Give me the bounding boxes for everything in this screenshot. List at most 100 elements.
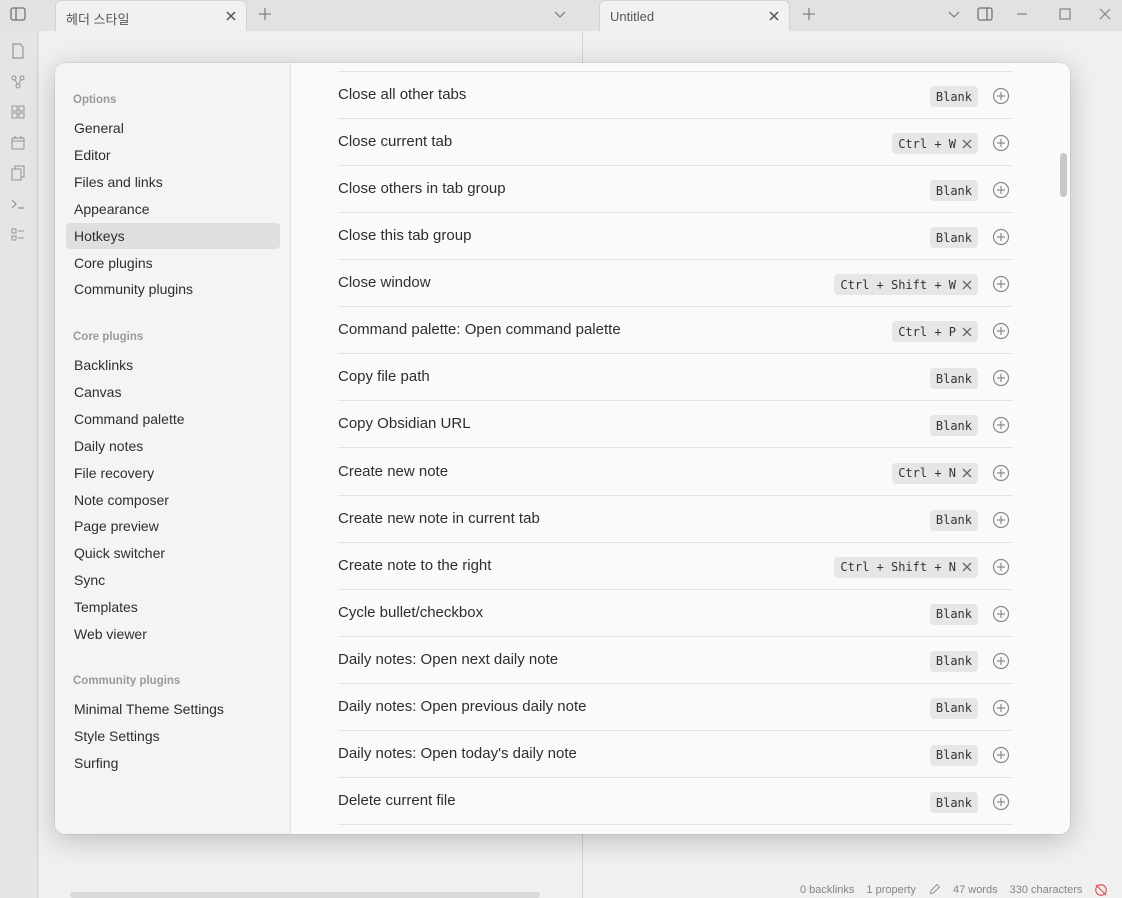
close-icon[interactable] [962,562,972,572]
hotkey-binding-text: Blank [935,418,972,433]
hotkey-blank-badge: Blank [929,792,978,814]
plus-circle-icon[interactable] [992,793,1010,811]
plus-circle-icon[interactable] [992,416,1010,434]
plus-circle-icon[interactable] [992,605,1010,623]
sidebar-group-heading: Community plugins [73,675,181,687]
plus-circle-icon[interactable] [992,87,1010,105]
hotkey-command-label: Copy file path [338,368,430,386]
hotkey-binding-text: Blank [935,607,972,622]
hotkey-keys: Blank [929,368,978,390]
hotkey-binding-text: Blank [935,795,972,810]
close-icon[interactable] [962,139,972,149]
hotkey-binding-text: Ctrl + N [898,466,956,481]
sidebar-item-hotkeys[interactable]: Hotkeys [66,222,280,249]
sidebar-item-style-settings[interactable]: Style Settings [66,723,280,749]
sidebar-item-core-plugins[interactable]: Core plugins [66,250,280,276]
plus-circle-icon[interactable] [992,322,1010,340]
sidebar-item-canvas[interactable]: Canvas [66,379,280,405]
hotkey-keys: Blank [929,650,978,672]
hotkey-blank-badge: Blank [929,86,978,107]
hotkey-command-label: Create new note in current tab [338,509,540,527]
sidebar-item-surfing[interactable]: Surfing [66,750,280,776]
plus-circle-icon[interactable] [992,134,1010,152]
hotkey-command-label: Copy Obsidian URL [338,415,471,433]
hotkey-binding: Ctrl + Shift + N [834,556,978,578]
plus-circle-icon[interactable] [992,275,1010,293]
hotkey-command-label: Create note to the right [338,556,492,574]
hotkey-command-label: Command palette: Open command palette [338,321,621,339]
hotkey-command-label: Close current tab [338,133,453,151]
hotkey-command-label: Daily notes: Open next daily note [338,650,559,668]
plus-circle-icon[interactable] [992,464,1010,482]
plus-circle-icon[interactable] [992,652,1010,670]
hotkey-binding-text: Blank [935,89,972,104]
hotkey-row: Close others in tab group Blank [338,166,1013,214]
sidebar-item-quick-switcher[interactable]: Quick switcher [66,540,280,566]
plus-circle-icon[interactable] [992,369,1010,387]
hotkey-binding: Ctrl + W [892,133,978,155]
plus-circle-icon[interactable] [992,699,1010,717]
hotkey-command-label: Daily notes: Open previous daily note [338,697,587,715]
hotkey-blank-badge: Blank [929,650,978,672]
sidebar-item-sync[interactable]: Sync [66,567,280,593]
hotkey-binding-text: Ctrl + Shift + N [840,560,956,575]
hotkey-binding-text: Ctrl + P [898,324,956,339]
plus-circle-icon[interactable] [992,746,1010,764]
settings-modal: Options General Editor Files and links Appea… [55,63,1070,834]
close-icon[interactable] [962,327,972,337]
hotkey-keys: Ctrl + N [892,462,978,484]
hotkey-blank-badge: Blank [929,180,978,202]
plus-circle-icon[interactable] [992,558,1010,576]
hotkey-row: Cycle bullet/checkbox Blank [338,590,1013,637]
hotkey-row: Command palette: Open command palette Ctr… [338,307,1013,355]
hotkey-blank-badge: Blank [929,697,978,719]
hotkey-row: Close all other tabs Blank [338,72,1013,119]
hotkey-command-label: Close window [338,274,431,292]
sidebar-item-appearance[interactable]: Appearance [66,196,280,222]
hotkey-keys: Blank [929,415,978,437]
hotkey-command-label: Create new note [338,462,449,480]
hotkey-command-label: Close others in tab group [338,180,506,198]
hotkey-blank-badge: Blank [929,744,978,766]
sidebar-item-note-composer[interactable]: Note composer [66,487,280,513]
hotkey-blank-badge: Blank [929,368,978,390]
hotkey-keys: Blank [929,792,978,814]
plus-circle-icon[interactable] [992,181,1010,199]
sidebar-item-templates[interactable]: Templates [66,594,280,620]
hotkey-keys: Ctrl + Shift + N [834,556,978,578]
hotkey-row: Copy Obsidian URL Blank [338,401,1013,449]
hotkey-binding-text: Blank [935,748,972,763]
close-icon[interactable] [962,280,972,290]
hotkey-keys: Blank [929,697,978,719]
sidebar-item-community-plugins[interactable]: Community plugins [66,276,280,302]
hotkey-keys: Blank [929,227,978,249]
hotkey-binding: Ctrl + P [892,321,978,343]
close-icon[interactable] [962,468,972,478]
sidebar-item-command-palette[interactable]: Command palette [66,406,280,432]
hotkey-row: Copy file path Blank [338,354,1013,402]
sidebar-group-heading: Core plugins [73,331,144,343]
plus-circle-icon[interactable] [992,511,1010,529]
sidebar-item-files-and-links[interactable]: Files and links [66,169,280,195]
plus-circle-icon[interactable] [992,228,1010,246]
sidebar-item-general[interactable]: General [66,115,280,141]
hotkey-keys: Ctrl + P [892,321,978,343]
sidebar-item-backlinks[interactable]: Backlinks [66,352,280,378]
sidebar-item-editor[interactable]: Editor [66,142,280,168]
sidebar-group-heading: Options [73,94,117,106]
sidebar-item-web-viewer[interactable]: Web viewer [66,621,280,647]
hotkey-keys: Blank [929,509,978,531]
hotkey-row: Daily notes: Open next daily note Blank [338,637,1013,684]
hotkey-blank-badge: Blank [929,509,978,531]
hotkey-keys: Blank [929,180,978,202]
settings-sidebar: Options General Editor Files and links Appea… [55,63,291,834]
vertical-scrollbar[interactable] [1060,153,1067,197]
hotkey-binding-text: Blank [935,230,972,245]
sidebar-item-daily-notes[interactable]: Daily notes [66,433,280,459]
sidebar-item-page-preview[interactable]: Page preview [66,513,280,539]
sidebar-item-minimal-theme-settings[interactable]: Minimal Theme Settings [66,696,280,722]
hotkeys-panel: Close all other tabs Blank Close current t… [292,63,1070,834]
hotkey-keys: Blank [929,603,978,625]
sidebar-item-file-recovery[interactable]: File recovery [66,460,280,486]
hotkey-binding-text: Blank [935,701,972,716]
